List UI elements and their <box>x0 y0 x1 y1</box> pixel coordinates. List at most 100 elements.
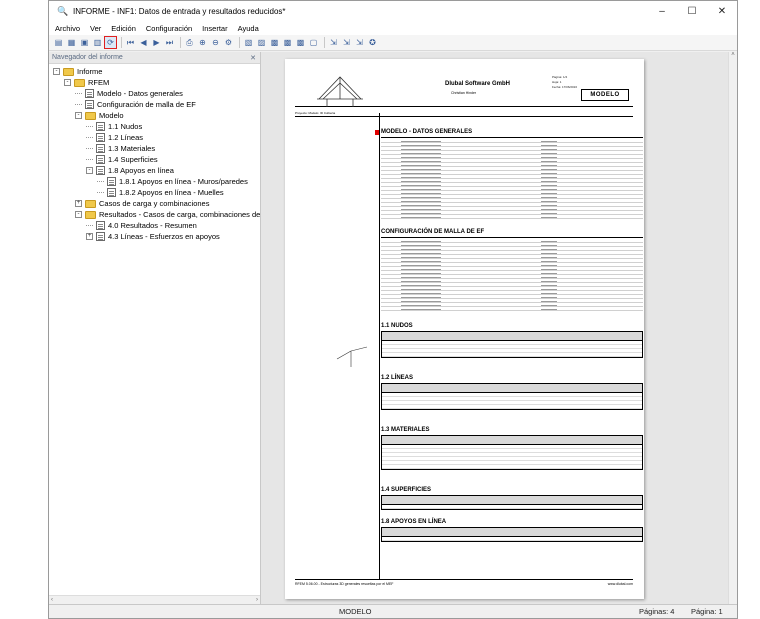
menu-ayuda[interactable]: Ayuda <box>238 24 259 33</box>
preview-vertical-scrollbar[interactable]: ˄ <box>728 52 737 604</box>
insert-graphic-icon[interactable]: ▧ <box>243 37 254 48</box>
next-page-icon[interactable]: ▶ <box>151 37 162 48</box>
table-row <box>382 353 642 357</box>
navigator-item-label: 1.2 Líneas <box>108 133 144 142</box>
tree-connector <box>86 137 93 138</box>
tree-connector <box>75 104 82 105</box>
insert-text-icon[interactable]: ▨ <box>256 37 267 48</box>
navigator-item[interactable]: 1.1 Nudos <box>49 121 260 132</box>
navigator-item[interactable]: 1.8.1 Apoyos en línea - Muros/paredes <box>49 176 260 187</box>
navigator-item-label: 1.4 Superficies <box>108 155 158 164</box>
close-button[interactable]: ✕ <box>707 1 737 21</box>
navigator-item[interactable]: +4.3 Líneas - Esfuerzos en apoyos <box>49 231 260 242</box>
navigator-item[interactable]: - Modelo <box>49 110 260 121</box>
toolbar-separator <box>180 37 181 48</box>
new-report-icon[interactable]: ▤ <box>53 37 64 48</box>
help-icon[interactable]: ✪ <box>367 37 378 48</box>
lines-table <box>381 383 643 410</box>
page-icon <box>107 188 116 197</box>
document-row <box>381 307 643 311</box>
first-page-icon[interactable]: ⏮ <box>125 37 136 48</box>
table-row <box>382 465 642 469</box>
collapse-icon[interactable]: - <box>64 79 71 86</box>
company-name: Dlubal Software GmbH <box>445 81 511 87</box>
tree-connector <box>97 181 104 182</box>
page-layout-2-icon[interactable]: ▩ <box>282 37 293 48</box>
page-layout-3-icon[interactable]: ▩ <box>295 37 306 48</box>
scroll-right-icon[interactable]: › <box>256 597 258 603</box>
open-icon[interactable]: ▦ <box>66 37 77 48</box>
export-2-icon[interactable]: ⇲ <box>341 37 352 48</box>
toolbar-separator <box>239 37 240 48</box>
refresh-icon[interactable]: ⟳ <box>104 36 117 49</box>
footer-software: RFEM 5.06.00 - Estructuras 3D generales … <box>295 582 394 586</box>
report-preview[interactable]: Dlubal Software GmbH Christian Hinder Pá… <box>261 52 737 604</box>
collapse-icon[interactable]: - <box>53 68 60 75</box>
collapse-icon[interactable]: - <box>75 211 82 218</box>
settings-icon[interactable]: ⚙ <box>223 37 234 48</box>
print-icon[interactable]: ⎙ <box>184 37 195 48</box>
footer-website: www.dlubal.com <box>607 582 633 586</box>
page-icon <box>107 177 116 186</box>
tree-connector <box>86 225 93 226</box>
zoom-out-icon[interactable]: ⊖ <box>210 37 221 48</box>
table-row <box>382 537 642 541</box>
section-nodes: 1.1 NUDOS <box>381 323 413 329</box>
menu-configuracion[interactable]: Configuración <box>146 24 192 33</box>
print-preview-icon[interactable]: ▥ <box>92 37 103 48</box>
prev-page-icon[interactable]: ◀ <box>138 37 149 48</box>
page-layout-1-icon[interactable]: ▩ <box>269 37 280 48</box>
export-1-icon[interactable]: ⇲ <box>328 37 339 48</box>
navigator-horizontal-scrollbar[interactable]: ‹ › <box>49 595 260 604</box>
model-box: MODELO <box>581 89 629 101</box>
navigator-item[interactable]: + Casos de carga y combinaciones <box>49 198 260 209</box>
navigator-item[interactable]: 1.4 Superficies <box>49 154 260 165</box>
navigator-item[interactable]: 1.3 Materiales <box>49 143 260 154</box>
folder-icon <box>85 199 96 208</box>
navigator-item[interactable]: - Informe <box>49 66 260 77</box>
navigator-item[interactable]: - 1.8 Apoyos en línea <box>49 165 260 176</box>
navigator-item-label: 1.8 Apoyos en línea <box>108 166 174 175</box>
folder-icon <box>63 67 74 76</box>
save-icon[interactable]: ▣ <box>79 37 90 48</box>
scroll-up-icon[interactable]: ˄ <box>729 52 737 58</box>
expand-icon[interactable]: + <box>86 233 93 240</box>
navigator-item[interactable]: 4.0 Resultados - Resumen <box>49 220 260 231</box>
tree-connector <box>86 159 93 160</box>
menu-insertar[interactable]: Insertar <box>202 24 227 33</box>
collapse-icon[interactable]: - <box>86 167 93 174</box>
page-header: Dlubal Software GmbH Christian Hinder Pá… <box>295 67 633 107</box>
page-icon <box>85 100 94 109</box>
minimize-button[interactable]: – <box>647 1 677 21</box>
navigator-item-label: Configuración de malla de EF <box>97 100 196 109</box>
navigator-item[interactable]: Modelo - Datos generales <box>49 88 260 99</box>
section-general-data: MODELO - DATOS GENERALES <box>374 129 473 135</box>
report-window: 🔍 INFORME - INF1: Datos de entrada y res… <box>48 0 738 619</box>
export-3-icon[interactable]: ⇲ <box>354 37 365 48</box>
margin-line <box>379 113 380 579</box>
navigator-item[interactable]: - RFEM <box>49 77 260 88</box>
navigator-item-label: Informe <box>77 67 103 76</box>
scroll-left-icon[interactable]: ‹ <box>51 597 53 603</box>
navigator-item-label: Casos de carga y combinaciones <box>99 199 210 208</box>
section-lines: 1.2 LÍNEAS <box>381 375 414 381</box>
project-row: Proyecto: Modelo: ID Cubierta <box>295 111 633 117</box>
navigator-item[interactable]: - Resultados - Casos de carga, combinacio… <box>49 209 260 220</box>
menu-archivo[interactable]: Archivo <box>55 24 80 33</box>
page-icon <box>96 166 105 175</box>
zoom-in-icon[interactable]: ⊕ <box>197 37 208 48</box>
navigator-close-icon[interactable]: ✕ <box>250 54 256 62</box>
navigator-item[interactable]: Configuración de malla de EF <box>49 99 260 110</box>
table-header <box>382 332 642 341</box>
navigator-item[interactable]: 1.8.2 Apoyos en línea - Muelles <box>49 187 260 198</box>
collapse-icon[interactable]: - <box>75 112 82 119</box>
maximize-button[interactable]: ☐ <box>677 1 707 21</box>
page-layout-4-icon[interactable]: ▢ <box>308 37 319 48</box>
menu-ver[interactable]: Ver <box>90 24 101 33</box>
navigator-title: Navegador del informe <box>52 54 123 61</box>
menu-edicion[interactable]: Edición <box>111 24 136 33</box>
last-page-icon[interactable]: ⏭ <box>164 37 175 48</box>
page-icon <box>96 232 105 241</box>
expand-icon[interactable]: + <box>75 200 82 207</box>
navigator-item[interactable]: 1.2 Líneas <box>49 132 260 143</box>
